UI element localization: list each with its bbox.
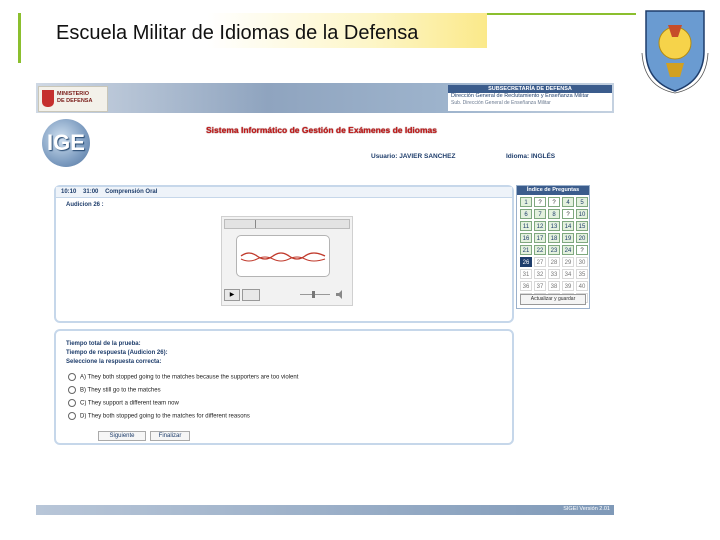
question-index-cell[interactable]: 14 — [562, 221, 574, 231]
logo-text: IGE — [47, 130, 85, 155]
version-label: SIGEI Versión 2.01 — [563, 506, 610, 512]
coat-of-arms-icon — [42, 90, 54, 107]
question-index-cell[interactable]: 40 — [576, 281, 588, 291]
question-index-cell[interactable]: ? — [576, 245, 588, 255]
question-index-cell[interactable]: 15 — [576, 221, 588, 231]
finish-button[interactable]: Finalizar — [150, 431, 190, 441]
question-index-title: Índice de Preguntas — [517, 186, 589, 195]
question-index-cell[interactable]: ? — [534, 197, 546, 207]
question-time-bar: 10:10 31:00 Comprensión Oral — [56, 187, 512, 198]
question-index-cell[interactable]: 28 — [548, 257, 560, 267]
subsecretaria-title: SUBSECRETARÍA DE DEFENSA — [448, 85, 612, 93]
question-index-cell[interactable]: 34 — [562, 269, 574, 279]
slide-left-rule — [18, 13, 21, 63]
answer-option-d[interactable]: D) They both stopped going to the matche… — [68, 412, 250, 420]
question-index-cell[interactable]: 7 — [534, 209, 546, 219]
question-index-cell[interactable]: 4 — [562, 197, 574, 207]
system-name: Sistema Informático de Gestión de Exámen… — [206, 125, 437, 135]
app-screenshot: MINISTERIO DE DEFENSA SUBSECRETARÍA DE D… — [36, 83, 614, 515]
audio-seek-bar[interactable] — [224, 219, 350, 229]
question-index-cell[interactable]: 1 — [520, 197, 532, 207]
audio-player[interactable]: ▶ — [221, 216, 353, 306]
question-index-cell[interactable]: 13 — [548, 221, 560, 231]
answer-time-label: Tiempo de respuesta (Audicion 26): — [66, 350, 168, 356]
question-index-cell[interactable]: 26 — [520, 257, 532, 267]
question-index-cell[interactable]: 11 — [520, 221, 532, 231]
language-label: Idioma: — [506, 153, 530, 160]
question-index-cell[interactable]: 35 — [576, 269, 588, 279]
question-index-cell[interactable]: 12 — [534, 221, 546, 231]
time-elapsed: 10:10 — [61, 189, 77, 195]
question-panel: 10:10 31:00 Comprensión Oral Audicion 26… — [54, 185, 514, 323]
question-index-cell[interactable]: 30 — [576, 257, 588, 267]
question-index-cell[interactable]: 32 — [534, 269, 546, 279]
answer-option-b[interactable]: B) They still go to the matches — [68, 386, 161, 394]
question-index-cell[interactable]: 31 — [520, 269, 532, 279]
play-button[interactable]: ▶ — [224, 289, 240, 301]
total-time-label: Tiempo total de la prueba: — [66, 341, 141, 347]
question-index-cell[interactable]: 8 — [548, 209, 560, 219]
user-label: Usuario: — [371, 153, 398, 160]
question-index-cell[interactable]: 18 — [548, 233, 560, 243]
question-index-cell[interactable]: 10 — [576, 209, 588, 219]
waveform-icon — [236, 235, 330, 277]
next-button[interactable]: Siguiente — [98, 431, 146, 441]
sigei-logo: IGE — [42, 119, 90, 167]
time-total: 31:00 — [83, 189, 99, 195]
question-index-cell[interactable]: 19 — [562, 233, 574, 243]
answer-option-a[interactable]: A) They both stopped going to the matche… — [68, 373, 298, 381]
question-index-cell[interactable]: 33 — [548, 269, 560, 279]
audio-label: Audicion 26 : — [66, 202, 104, 208]
question-index-cell[interactable]: 23 — [548, 245, 560, 255]
question-index-cell[interactable]: 21 — [520, 245, 532, 255]
ministry-line-1: MINISTERIO — [57, 91, 90, 97]
question-index-cell[interactable]: 38 — [548, 281, 560, 291]
user-value: JAVIER SANCHEZ — [399, 153, 456, 160]
subdireccion-general: Sub. Dirección General de Enseñanza Mili… — [451, 100, 551, 106]
question-index-cell[interactable]: 5 — [576, 197, 588, 207]
slide-title: Escuela Militar de Idiomas de la Defensa — [56, 22, 419, 44]
question-index-cell[interactable]: ? — [548, 197, 560, 207]
question-index-cell[interactable]: ? — [562, 209, 574, 219]
language-value: INGLÉS — [530, 153, 556, 160]
answer-option-c[interactable]: C) They support a different team now — [68, 399, 179, 407]
question-index-cell[interactable]: 37 — [534, 281, 546, 291]
radio-icon[interactable] — [68, 373, 76, 381]
question-index-cell[interactable]: 22 — [534, 245, 546, 255]
radio-icon[interactable] — [68, 412, 76, 420]
question-index-cell[interactable]: 17 — [534, 233, 546, 243]
select-answer-label: Seleccione la respuesta correcta: — [66, 359, 162, 365]
radio-icon[interactable] — [68, 386, 76, 394]
direccion-general: Dirección General de Reclutamiento y Ens… — [451, 93, 589, 99]
app-header: MINISTERIO DE DEFENSA SUBSECRETARÍA DE D… — [36, 83, 614, 113]
question-index-cell[interactable]: 29 — [562, 257, 574, 267]
ministry-badge: MINISTERIO DE DEFENSA — [38, 86, 108, 112]
question-index-cell[interactable]: 16 — [520, 233, 532, 243]
audio-time-display — [242, 289, 260, 301]
school-crest-icon — [641, 10, 709, 94]
question-index: Índice de Preguntas 1?? 4 5 6 7 8? 10 11 12 13 14 1… — [516, 185, 590, 309]
question-index-cell[interactable]: 24 — [562, 245, 574, 255]
question-index-cell[interactable]: 27 — [534, 257, 546, 267]
question-index-cell[interactable]: 20 — [576, 233, 588, 243]
save-progress-button[interactable]: Actualizar y guardar — [520, 294, 586, 305]
answer-panel: Tiempo total de la prueba: Tiempo de res… — [54, 329, 514, 445]
volume-slider[interactable] — [296, 289, 346, 300]
question-index-cell[interactable]: 36 — [520, 281, 532, 291]
app-footer: SIGEI Versión 2.01 — [36, 505, 614, 515]
ministry-line-2: DE DEFENSA — [57, 98, 93, 104]
subsecretaria-block: SUBSECRETARÍA DE DEFENSA Dirección Gener… — [448, 85, 612, 111]
section-name: Comprensión Oral — [105, 189, 158, 195]
question-index-cell[interactable]: 6 — [520, 209, 532, 219]
radio-icon[interactable] — [68, 399, 76, 407]
question-index-cell[interactable]: 39 — [562, 281, 574, 291]
question-index-grid: 1?? 4 5 6 7 8? 10 11 12 13 14 15 16 17 18 19 20 21 22 23 24?… — [520, 197, 589, 303]
user-info: Usuario: JAVIER SANCHEZ — [371, 153, 455, 160]
language-info: Idioma: INGLÉS — [506, 153, 555, 160]
